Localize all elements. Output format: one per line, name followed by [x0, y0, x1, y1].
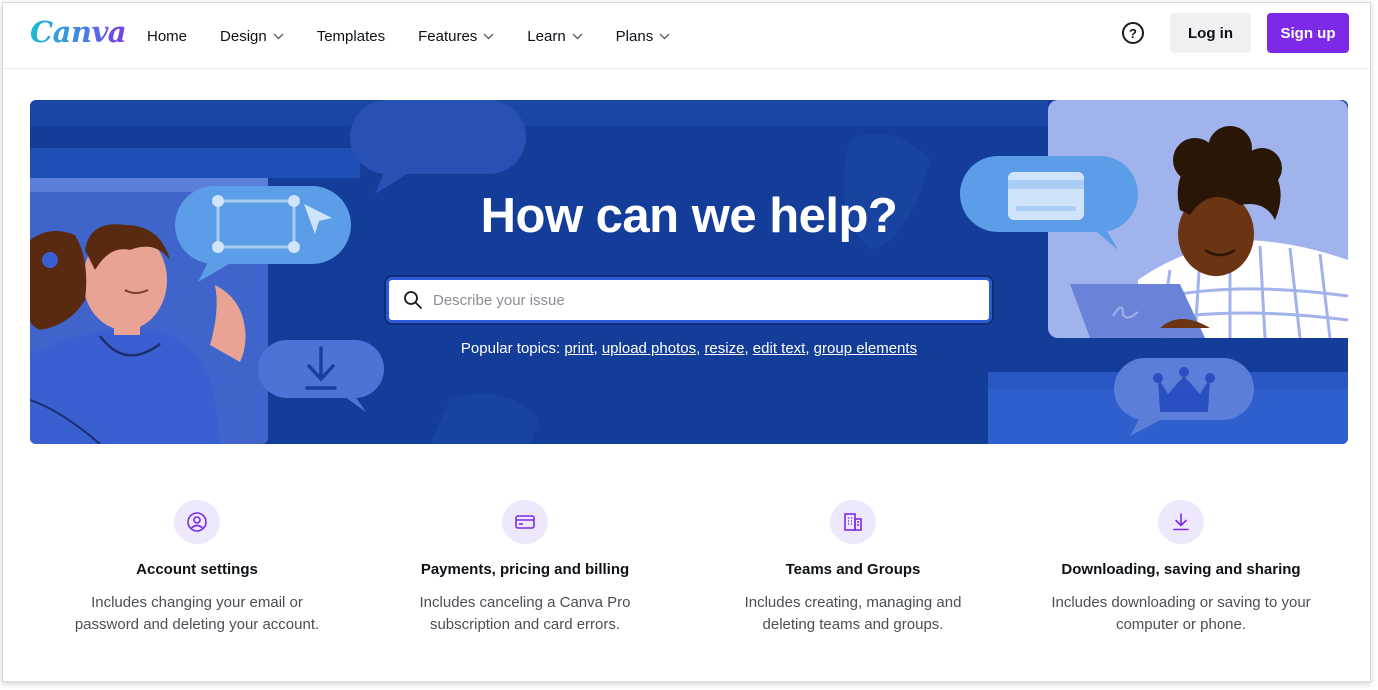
main-nav: Home Design Templates Features Learn Pla…	[147, 3, 703, 69]
hero-title: How can we help?	[480, 189, 898, 243]
nav-learn-label: Learn	[527, 27, 566, 45]
nav-features-label: Features	[418, 27, 478, 45]
category-description-line: subscription and card errors.	[429, 616, 621, 633]
hero-illustration	[30, 100, 1348, 444]
help-icon[interactable]: ?	[1122, 22, 1144, 44]
signup-button[interactable]: Sign up	[1267, 13, 1349, 53]
topic-link-edit-text[interactable]: edit text	[753, 340, 806, 357]
top-navigation-bar: Canva Home Design Templates Features Lea…	[3, 3, 1370, 69]
help-categories: Account settings Includes changing your …	[33, 500, 1351, 636]
building-icon	[830, 500, 876, 544]
category-description-line: Includes changing your email or	[91, 594, 303, 611]
popular-topics-label: Popular topics:	[460, 340, 561, 357]
hero-banner: How can we help? Popular topics: print, …	[30, 100, 1348, 444]
nav-templates[interactable]: Templates	[317, 28, 385, 45]
nav-features[interactable]: Features	[418, 28, 494, 45]
canva-logo[interactable]: Canva	[30, 15, 127, 49]
chevron-down-icon	[572, 33, 583, 39]
user-circle-icon	[174, 500, 220, 544]
nav-plans[interactable]: Plans	[616, 28, 671, 45]
category-title: Payments, pricing and billing	[420, 561, 630, 578]
nav-design-label: Design	[220, 27, 267, 45]
category-account-settings[interactable]: Account settings Includes changing your …	[33, 500, 361, 636]
category-title: Teams and Groups	[785, 561, 921, 578]
category-downloading[interactable]: Downloading, saving and sharing Includes…	[1017, 500, 1345, 636]
nav-home[interactable]: Home	[147, 28, 187, 45]
nav-learn[interactable]: Learn	[527, 27, 583, 45]
nav-plans-label: Plans	[615, 27, 654, 45]
chevron-down-icon	[483, 33, 494, 39]
category-description: Includes changing your email or password…	[33, 592, 361, 636]
category-description: Includes canceling a Canva Pro subscript…	[361, 592, 689, 636]
topic-link-print[interactable]: print	[564, 340, 593, 357]
browser-page: Canva Home Design Templates Features Lea…	[2, 2, 1371, 682]
search-input[interactable]	[433, 280, 989, 320]
search-icon	[403, 290, 423, 310]
category-teams-groups[interactable]: Teams and Groups Includes creating, mana…	[689, 500, 1017, 636]
category-title: Account settings	[136, 561, 258, 578]
category-description-line: computer or phone.	[1115, 616, 1247, 633]
category-title: Downloading, saving and sharing	[1061, 561, 1301, 578]
topic-link-group-elements[interactable]: group elements	[814, 340, 917, 357]
category-description-line: deleting teams and groups.	[762, 616, 944, 633]
nav-design[interactable]: Design	[220, 28, 284, 45]
chevron-down-icon	[659, 33, 670, 39]
category-description-line: password and deleting your account.	[74, 616, 320, 633]
nav-templates-label: Templates	[316, 27, 386, 45]
topic-link-resize[interactable]: resize	[704, 340, 744, 357]
category-payments[interactable]: Payments, pricing and billing Includes c…	[361, 500, 689, 636]
nav-home-label: Home	[147, 27, 188, 45]
popular-topics: Popular topics: print, upload photos, re…	[460, 340, 918, 357]
category-description: Includes downloading or saving to your c…	[1017, 592, 1345, 636]
category-description-line: Includes creating, managing and	[744, 594, 962, 611]
credit-card-icon	[502, 500, 548, 544]
category-description: Includes creating, managing and deleting…	[689, 592, 1017, 636]
chevron-down-icon	[273, 33, 284, 39]
category-description-line: Includes canceling a Canva Pro	[419, 594, 631, 611]
topic-link-upload-photos[interactable]: upload photos	[602, 340, 696, 357]
search-bar[interactable]	[386, 277, 992, 323]
download-icon	[1158, 500, 1204, 544]
category-description-line: Includes downloading or saving to your	[1051, 594, 1311, 611]
login-button[interactable]: Log in	[1170, 13, 1251, 53]
